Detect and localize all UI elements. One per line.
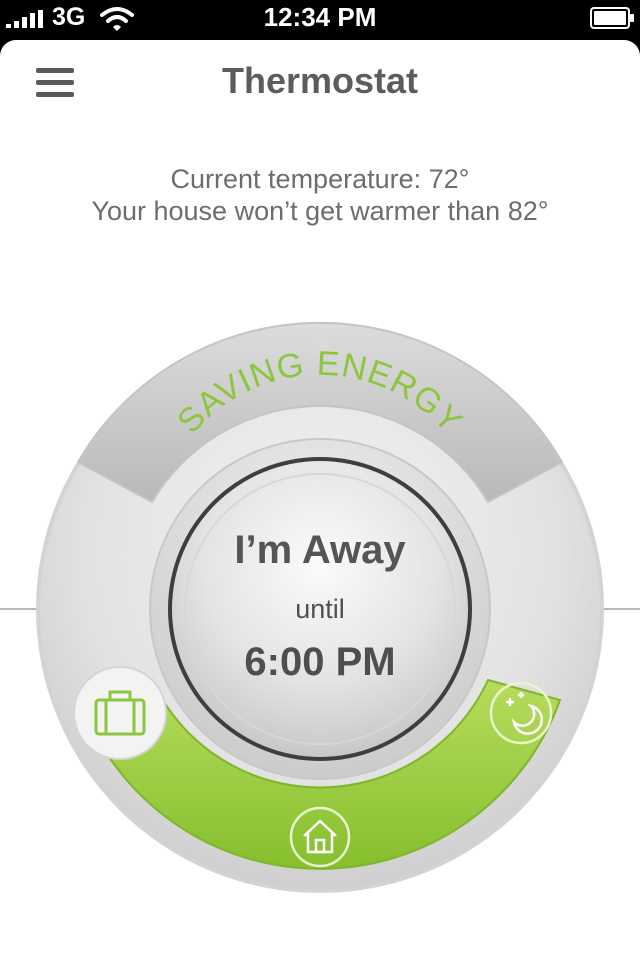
thermostat-dial[interactable]: SAVING ENERGY [0,40,640,960]
clock: 12:34 PM [263,2,377,32]
until-label: until [295,594,345,624]
away-button [73,666,167,760]
until-time-label[interactable]: 6:00 PM [170,640,470,685]
battery-icon [590,7,634,29]
away-status-label: I’m Away [234,528,406,572]
thermostat-screen: Thermostat Current temperature: 72° Your… [0,40,640,960]
status-bar: 3G 12:34 PM [0,0,640,40]
